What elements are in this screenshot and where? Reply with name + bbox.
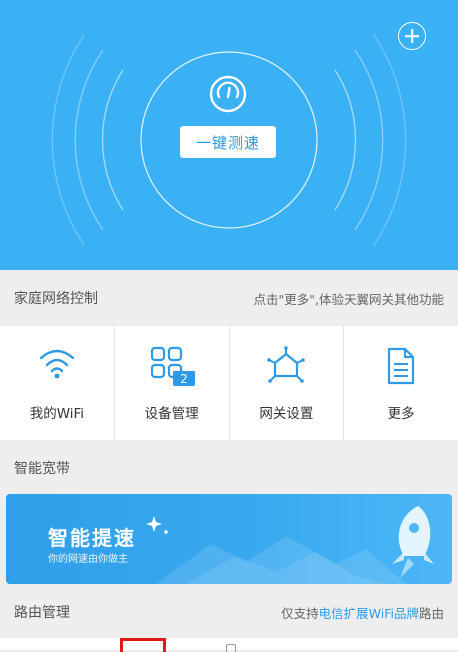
one-tap-speed-test-button[interactable]: 一键测速 xyxy=(180,126,276,158)
home-network-grid: 我的WiFi 2 设备管理 网关设置 更多 xyxy=(0,326,458,440)
device-grid-icon: 2 xyxy=(150,346,195,386)
smart-broadband-header: 智能宽带 xyxy=(0,440,458,496)
router-management-header: 路由管理 仅支持电信扩展WiFi品牌路由 xyxy=(0,584,458,640)
section-title: 路由管理 xyxy=(14,605,70,621)
section-title: 智能宽带 xyxy=(14,461,70,477)
rocket-icon xyxy=(392,506,434,578)
my-wifi-tile[interactable]: 我的WiFi xyxy=(0,326,115,440)
gateway-settings-icon xyxy=(267,346,306,383)
banner-subtitle: 你的网速由你做主 xyxy=(48,554,128,565)
tile-label: 我的WiFi xyxy=(29,406,85,422)
section-title: 家庭网络控制 xyxy=(14,291,98,307)
router-support-hint: 仅支持电信扩展WiFi品牌路由 xyxy=(281,603,444,622)
tile-label: 网关设置 xyxy=(259,406,314,422)
home-network-header: 家庭网络控制 点击"更多",体验天翼网关其他功能 xyxy=(0,270,458,326)
supported-brand-link[interactable]: 电信扩展WiFi品牌 xyxy=(319,606,419,621)
banner-title: 智能提速 xyxy=(48,526,136,550)
more-tile[interactable]: 更多 xyxy=(344,326,458,440)
tile-label: 设备管理 xyxy=(144,406,199,422)
speed-test-panel: 一键测速 xyxy=(0,0,458,270)
document-icon xyxy=(388,347,415,385)
smart-speedup-banner[interactable]: 智能提速 你的网速由你做主 xyxy=(6,494,452,584)
router-icon-partial xyxy=(226,644,236,652)
gateway-settings-tile[interactable]: 网关设置 xyxy=(230,326,345,440)
device-count-text: 2 xyxy=(180,372,188,386)
tile-label: 更多 xyxy=(387,406,415,422)
add-device-button[interactable] xyxy=(398,22,426,50)
hint-prefix: 仅支持 xyxy=(281,605,319,621)
hint-suffix: 路由 xyxy=(418,605,444,621)
more-hint: 点击"更多",体验天翼网关其他功能 xyxy=(253,291,444,307)
wifi-icon xyxy=(39,349,75,379)
speedometer-icon xyxy=(209,75,247,113)
device-management-tile[interactable]: 2 设备管理 xyxy=(115,326,230,440)
